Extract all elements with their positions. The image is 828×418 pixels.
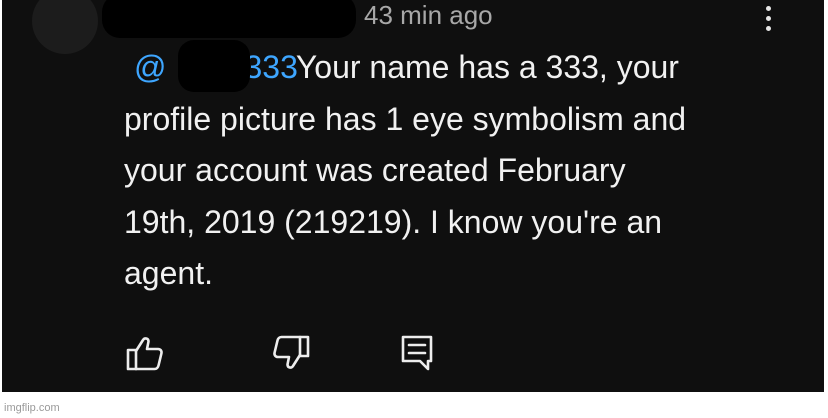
comment-timestamp: 43 min ago [364,0,493,30]
comment-text-line-2: profile picture has 1 eye symbolism and [124,100,687,137]
comment-card: 43 min ago @333Your name has a 333, your… [2,0,824,392]
dislike-button[interactable] [272,334,310,372]
thumbs-down-icon [273,335,310,369]
comment-text-line-3: your account was created February [124,152,626,188]
reply-button[interactable] [400,334,434,372]
like-button[interactable] [126,334,164,372]
comment-text-line-1: Your name has a 333, your [295,49,679,85]
redacted-username [102,0,356,38]
more-vert-icon [765,6,771,11]
comment-text-line-4: 19th, 2019 (219219). I know you're an [124,203,663,240]
redacted-mention [178,40,250,92]
more-options-button[interactable] [756,6,780,40]
image-bottom-margin [0,392,828,418]
reply-comment-icon [401,335,433,371]
comment-text-line-5: agent. [124,255,213,291]
thumbs-up-icon [126,337,163,371]
avatar[interactable] [32,0,98,54]
imgflip-watermark: imgflip.com [4,402,60,414]
